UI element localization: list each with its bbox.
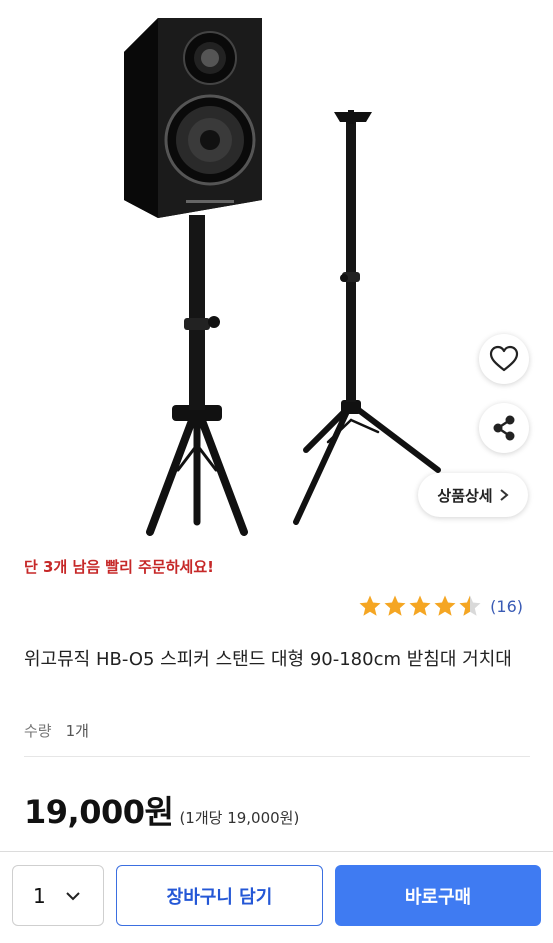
- wishlist-button[interactable]: [479, 334, 529, 384]
- product-detail-label: 상품상세: [437, 486, 493, 505]
- unit-price: (1개당 19,000원): [179, 809, 300, 827]
- star-icon: [409, 595, 431, 616]
- price-row: 19,000원 (1개당 19,000원): [24, 787, 299, 833]
- buy-now-button[interactable]: 바로구매: [335, 865, 541, 926]
- chevron-down-icon: [66, 891, 80, 900]
- product-detail-button[interactable]: 상품상세: [418, 473, 528, 517]
- product-image: [124, 18, 441, 536]
- quantity-info: 수량 1개: [24, 720, 89, 741]
- quantity-selected-value: 1: [33, 883, 46, 908]
- quantity-value: 1개: [65, 722, 89, 740]
- heart-icon: [489, 345, 519, 372]
- product-image-area[interactable]: 상품상세: [0, 0, 553, 538]
- star-icon: [434, 595, 456, 616]
- quantity-label: 수량: [24, 722, 52, 740]
- chevron-right-icon: [499, 489, 509, 501]
- add-to-cart-button[interactable]: 장바구니 담기: [116, 865, 323, 926]
- star-icon: [359, 595, 381, 616]
- product-title: 위고뮤직 HB-O5 스피커 스탠드 대형 90-180cm 받침대 거치대: [24, 649, 512, 670]
- quantity-select[interactable]: 1: [12, 865, 104, 926]
- stock-notice: 단 3개 남음 빨리 주문하세요!: [24, 558, 214, 576]
- divider: [24, 756, 530, 757]
- share-icon: [493, 415, 515, 441]
- share-button[interactable]: [479, 403, 529, 453]
- star-icon: [384, 595, 406, 616]
- half-star-icon: [459, 595, 481, 616]
- rating-summary[interactable]: (16): [358, 594, 523, 618]
- review-count[interactable]: (16): [490, 597, 523, 616]
- price: 19,000원: [24, 793, 174, 831]
- star-rating: [358, 594, 482, 618]
- bottom-action-bar: 1 장바구니 담기 바로구매: [0, 851, 553, 943]
